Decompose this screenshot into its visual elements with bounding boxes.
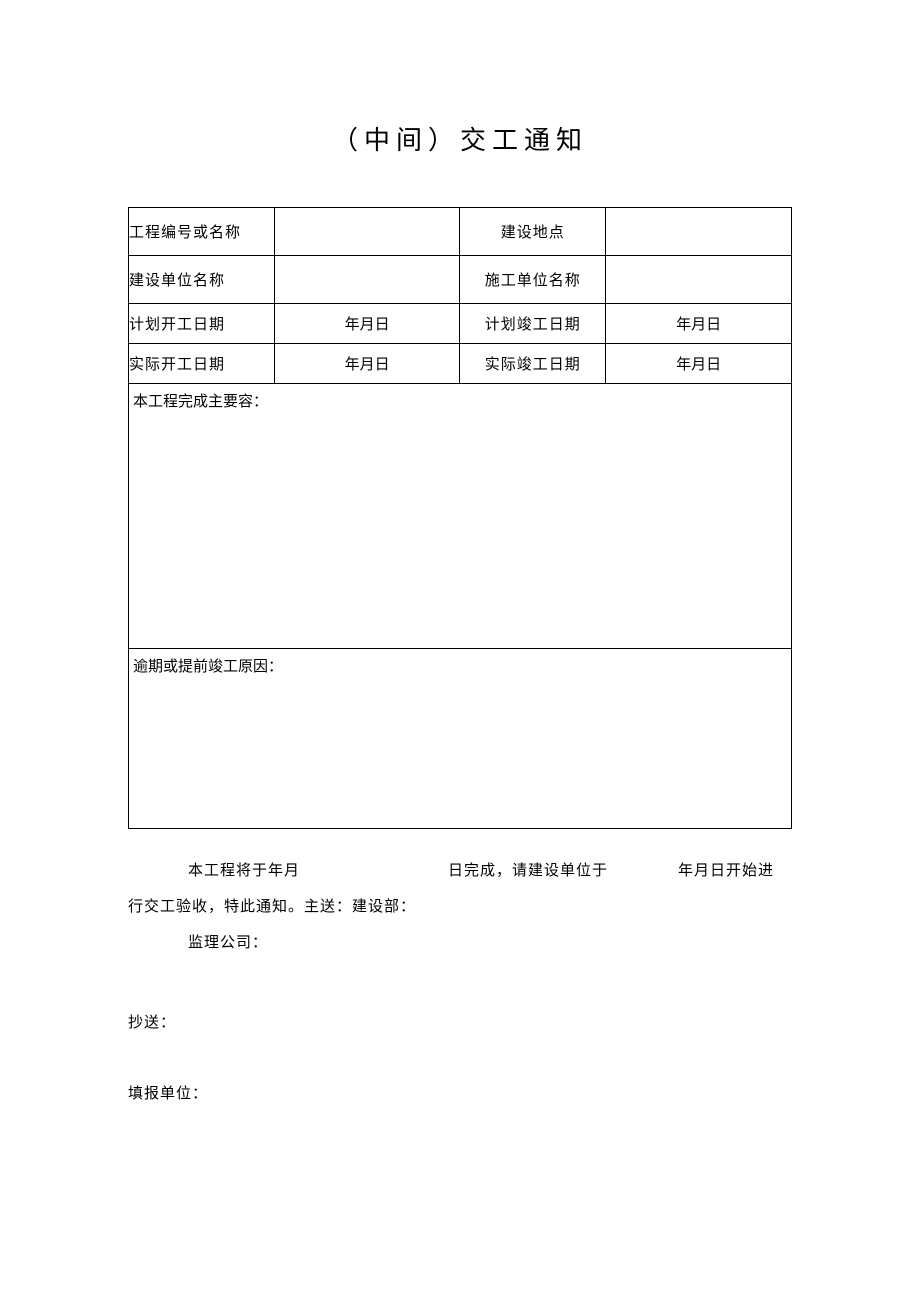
table-row: 工程编号或名称 建设地点 — [129, 208, 792, 256]
body-seg-1: 本工程将于年月 — [188, 853, 448, 889]
label-planned-end: 计划竣工日期 — [460, 304, 606, 344]
table-row: 实际开工日期 年月日 实际竣工日期 年月日 — [129, 344, 792, 384]
reporter-label: 填报单位： — [128, 1082, 792, 1103]
value-actual-start: 年月日 — [274, 344, 460, 384]
cc-label: 抄送： — [128, 1011, 792, 1032]
value-planned-start: 年月日 — [274, 304, 460, 344]
value-owner-unit — [274, 256, 460, 304]
form-table: 工程编号或名称 建设地点 建设单位名称 施工单位名称 计划开工日期 年月日 计划… — [128, 207, 792, 829]
body-seg-2: 日完成，请建设单位于 — [448, 853, 678, 889]
table-row: 本工程完成主要容： — [129, 384, 792, 649]
value-project-id — [274, 208, 460, 256]
body-line-2: 行交工验收，特此通知。主送：建设部： — [128, 889, 792, 925]
table-row: 建设单位名称 施工单位名称 — [129, 256, 792, 304]
label-project-id: 工程编号或名称 — [129, 208, 275, 256]
label-location: 建设地点 — [460, 208, 606, 256]
body-line-1: 本工程将于年月 日完成，请建设单位于 年月日开始进 — [128, 853, 792, 889]
label-actual-end: 实际竣工日期 — [460, 344, 606, 384]
document-title: （中间）交工通知 — [128, 120, 792, 157]
label-actual-start: 实际开工日期 — [129, 344, 275, 384]
value-planned-end: 年月日 — [606, 304, 792, 344]
page-container: （中间）交工通知 工程编号或名称 建设地点 建设单位名称 施工单位名称 计划开工… — [0, 0, 920, 1103]
table-row: 逾期或提前竣工原因： — [129, 649, 792, 829]
body-line-3: 监理公司： — [128, 925, 792, 961]
section-delay-reason: 逾期或提前竣工原因： — [129, 649, 792, 829]
value-actual-end: 年月日 — [606, 344, 792, 384]
value-construction-unit — [606, 256, 792, 304]
body-seg-3: 年月日开始进 — [678, 853, 792, 889]
table-row: 计划开工日期 年月日 计划竣工日期 年月日 — [129, 304, 792, 344]
body-text: 本工程将于年月 日完成，请建设单位于 年月日开始进 行交工验收，特此通知。主送：… — [128, 853, 792, 961]
label-construction-unit: 施工单位名称 — [460, 256, 606, 304]
label-planned-start: 计划开工日期 — [129, 304, 275, 344]
value-location — [606, 208, 792, 256]
section-completion-content: 本工程完成主要容： — [129, 384, 792, 649]
label-owner-unit: 建设单位名称 — [129, 256, 275, 304]
